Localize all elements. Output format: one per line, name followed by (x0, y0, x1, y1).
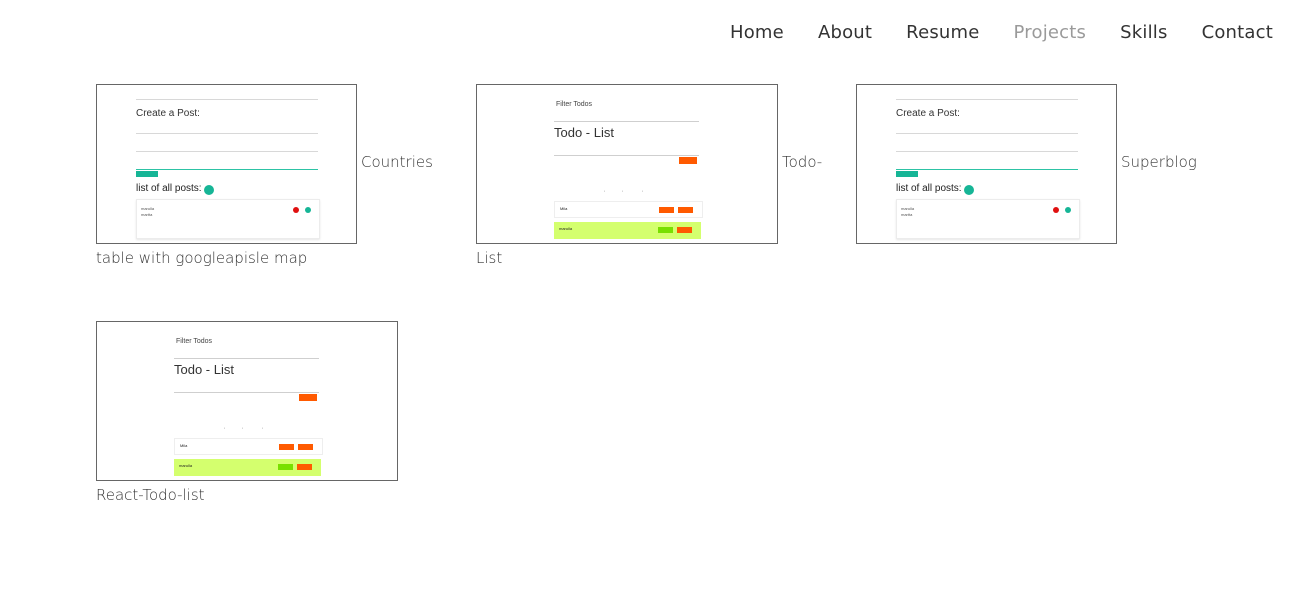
project-description-countries: table with googleapisle map (96, 249, 308, 267)
main-nav: Home About Resume Projects Skills Contac… (730, 22, 1273, 43)
nav-skills[interactable]: Skills (1120, 22, 1167, 43)
preview-heading: Todo - List (174, 362, 234, 377)
nav-resume[interactable]: Resume (906, 22, 979, 43)
preview-filter-label: Filter Todos (556, 101, 593, 108)
todo-preview: Filter Todos Todo - List ▪ ▪ ▪ Mila maru… (97, 322, 397, 480)
nav-about[interactable]: About (818, 22, 872, 43)
preview-list-title: list of all posts: (136, 183, 202, 194)
project-thumbnail-countries[interactable]: Create a Post: list of all posts: marull… (96, 84, 357, 244)
todo-preview: Filter Todos Todo - List ▪ ▪ ▪ Mila maru… (477, 85, 777, 243)
project-thumbnail-react-todo-list[interactable]: Filter Todos Todo - List ▪ ▪ ▪ Mila maru… (96, 321, 398, 481)
preview-item-1: Mila (180, 443, 188, 448)
preview-post-title: martta (901, 212, 913, 217)
project-title-countries[interactable]: Countries (361, 153, 433, 171)
project-title-react-todo-list[interactable]: React-Todo-list (96, 486, 205, 504)
preview-item-2: marulla (179, 463, 193, 468)
project-thumbnail-todo-list[interactable]: Filter Todos Todo - List ▪ ▪ ▪ Mila maru… (476, 84, 778, 244)
preview-filter-label: Filter Todos (176, 338, 213, 345)
preview-item-1: Mila (560, 206, 568, 211)
blog-preview: Create a Post: list of all posts: marull… (97, 85, 356, 243)
nav-projects[interactable]: Projects (1014, 22, 1087, 43)
preview-post-author: marulla (901, 206, 915, 211)
preview-heading: Todo - List (554, 125, 614, 140)
project-description-todo-list: List (476, 249, 503, 267)
preview-post-author: marulla (141, 206, 155, 211)
project-title-todo-list[interactable]: Todo- (782, 153, 822, 171)
blog-preview: Create a Post: list of all posts: marull… (857, 85, 1116, 243)
preview-submit-button (136, 171, 158, 177)
preview-add-button (679, 157, 697, 164)
preview-submit-button (896, 171, 918, 177)
nav-home[interactable]: Home (730, 22, 784, 43)
project-title-superblog[interactable]: Superblog (1121, 153, 1197, 171)
preview-item-2: marulla (559, 226, 573, 231)
preview-title: Create a Post: (136, 108, 200, 119)
preview-list-title: list of all posts: (896, 183, 962, 194)
nav-contact[interactable]: Contact (1202, 22, 1273, 43)
preview-post-title: martta (141, 212, 153, 217)
preview-title: Create a Post: (896, 108, 960, 119)
project-thumbnail-superblog[interactable]: Create a Post: list of all posts: marull… (856, 84, 1117, 244)
preview-add-button (299, 394, 317, 401)
